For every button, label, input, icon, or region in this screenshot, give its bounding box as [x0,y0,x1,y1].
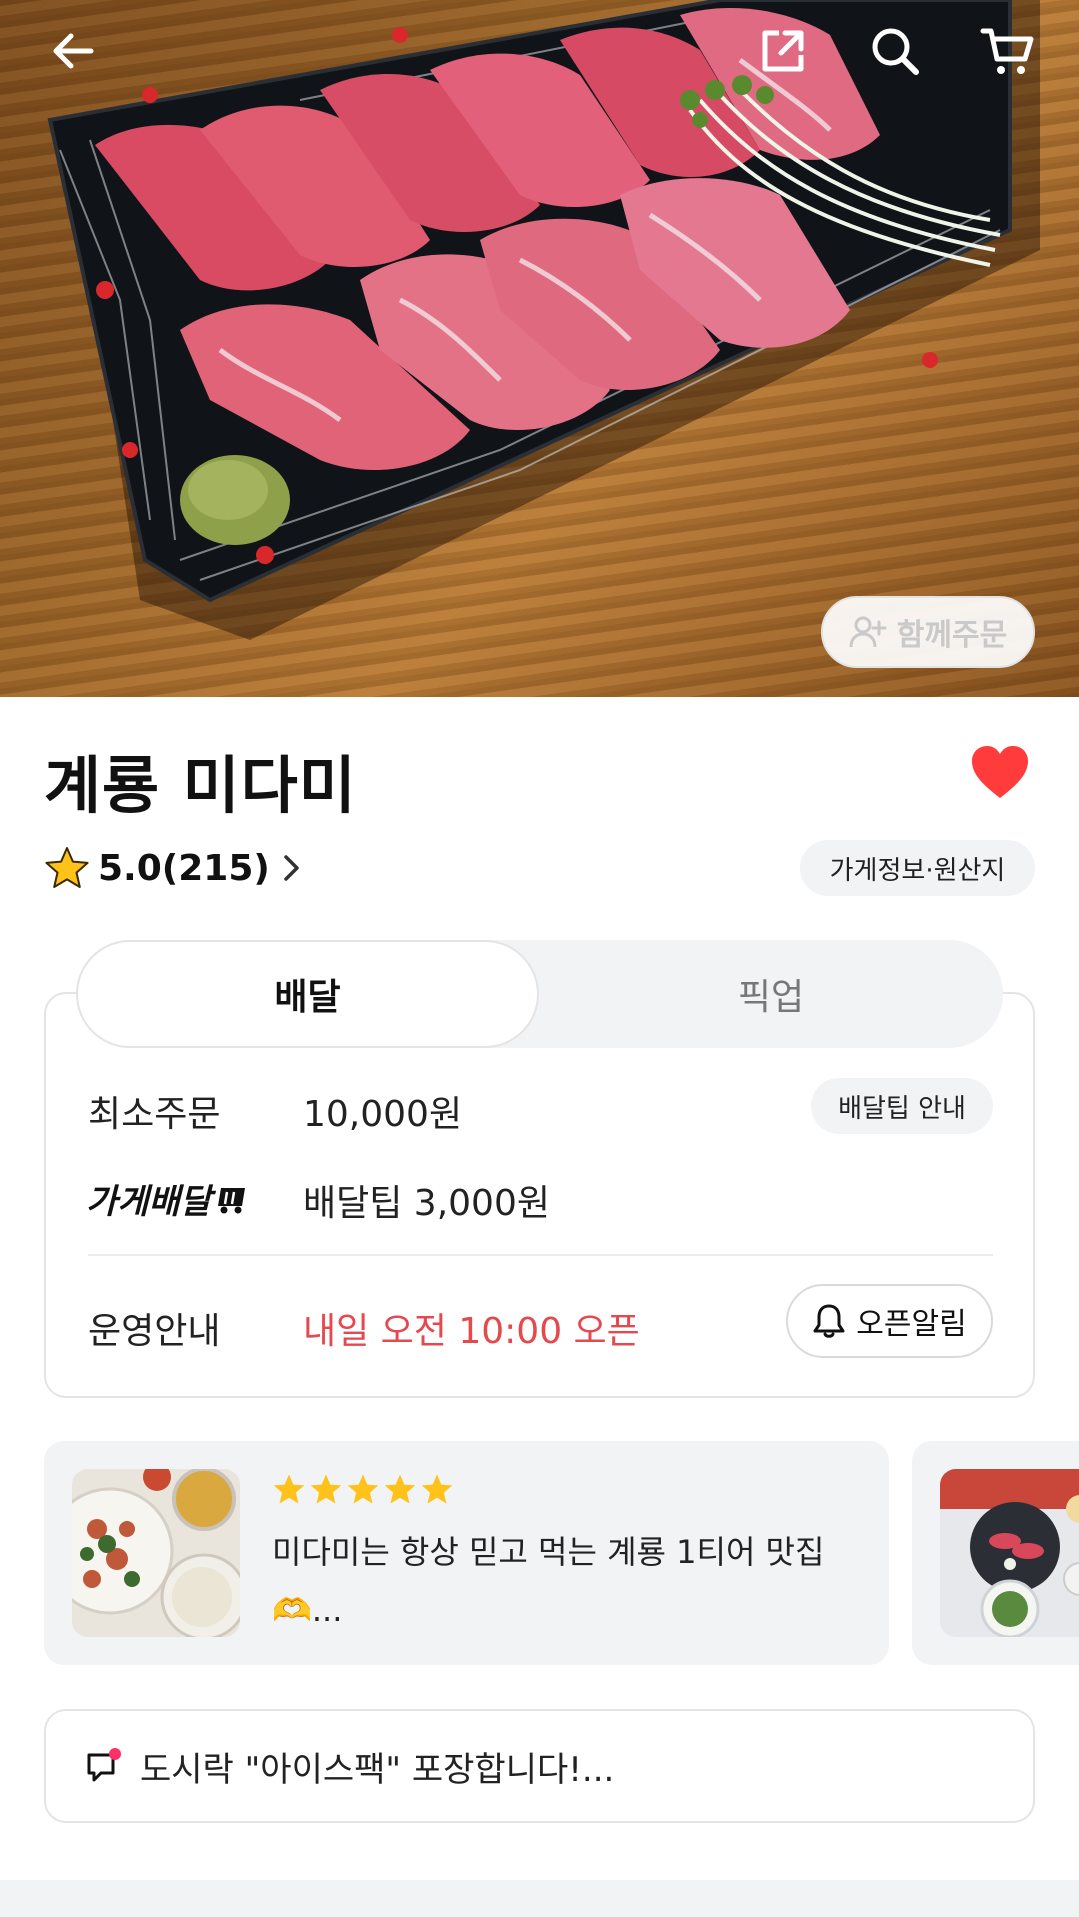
star-icon [45,847,89,888]
store-delivery-text: 가게배달 [86,1182,212,1222]
together-order-button[interactable]: 함께주문 [821,596,1035,668]
star-icon [421,1474,453,1504]
star-icon [310,1474,342,1504]
store-notice[interactable]: 도시락 "아이스팩" 포장합니다!... [44,1709,1035,1823]
review-photo [940,1469,1079,1637]
min-order-value: 10,000원 [303,1094,463,1135]
review-rating-stars [272,1473,454,1505]
review-card[interactable] [912,1441,1079,1665]
divider [88,1254,993,1256]
share-icon [762,30,804,72]
bell-icon [813,1304,845,1338]
star-icon [384,1474,416,1504]
delivery-tip-info-chip[interactable]: 배달팁 안내 [811,1078,993,1134]
add-person-icon [849,616,887,648]
rating-link[interactable]: 5.0(215) [44,845,304,891]
star-icon [347,1474,379,1504]
tab-pickup[interactable]: 픽업 [539,940,1003,1048]
back-button[interactable] [38,16,108,86]
heart-icon [972,746,1028,798]
hours-value: 내일 오전 10:00 오픈 [303,1311,640,1352]
share-button[interactable] [748,16,818,86]
store-name: 계룡 미다미 [44,749,357,822]
rating-value: 5.0(215) [98,847,270,889]
hours-label: 운영안내 [88,1311,221,1352]
chevron-right-icon [284,855,299,881]
delivery-tip-value: 배달팁 3,000원 [303,1183,550,1224]
cart-icon [980,28,1034,74]
review-card[interactable]: 미다미는 항상 믿고 먹는 계룡 1티어 맛집 🫶... [44,1441,889,1665]
review-photo [72,1469,240,1637]
open-alarm-label: 오픈알림 [856,1307,967,1342]
notice-speech-icon [87,1748,121,1782]
arrow-left-icon [53,33,94,69]
open-alarm-button[interactable]: 오픈알림 [786,1284,993,1358]
together-order-label: 함께주문 [896,618,1008,653]
delivery-bike-icon [218,1187,246,1213]
search-icon [872,28,919,75]
review-text: 미다미는 항상 믿고 먹는 계룡 1티어 맛집 🫶... [272,1533,825,1629]
cart-button[interactable] [972,16,1042,86]
store-info-chip[interactable]: 가게정보·원산지 [800,840,1035,896]
favorite-button[interactable] [970,744,1030,802]
search-button[interactable] [860,16,930,86]
sushi-tray-image [47,0,1040,640]
hero-photo: 함께주문 [0,0,1079,697]
store-delivery-label: 가게배달 [86,1174,251,1223]
tab-delivery[interactable]: 배달 [76,940,539,1048]
star-icon [273,1474,305,1504]
order-type-tabs: 배달 픽업 [76,940,1003,1048]
section-separator [0,1880,1079,1917]
min-order-label: 최소주문 [88,1094,221,1135]
notice-text: 도시락 "아이스팩" 포장합니다!... [140,1749,615,1790]
